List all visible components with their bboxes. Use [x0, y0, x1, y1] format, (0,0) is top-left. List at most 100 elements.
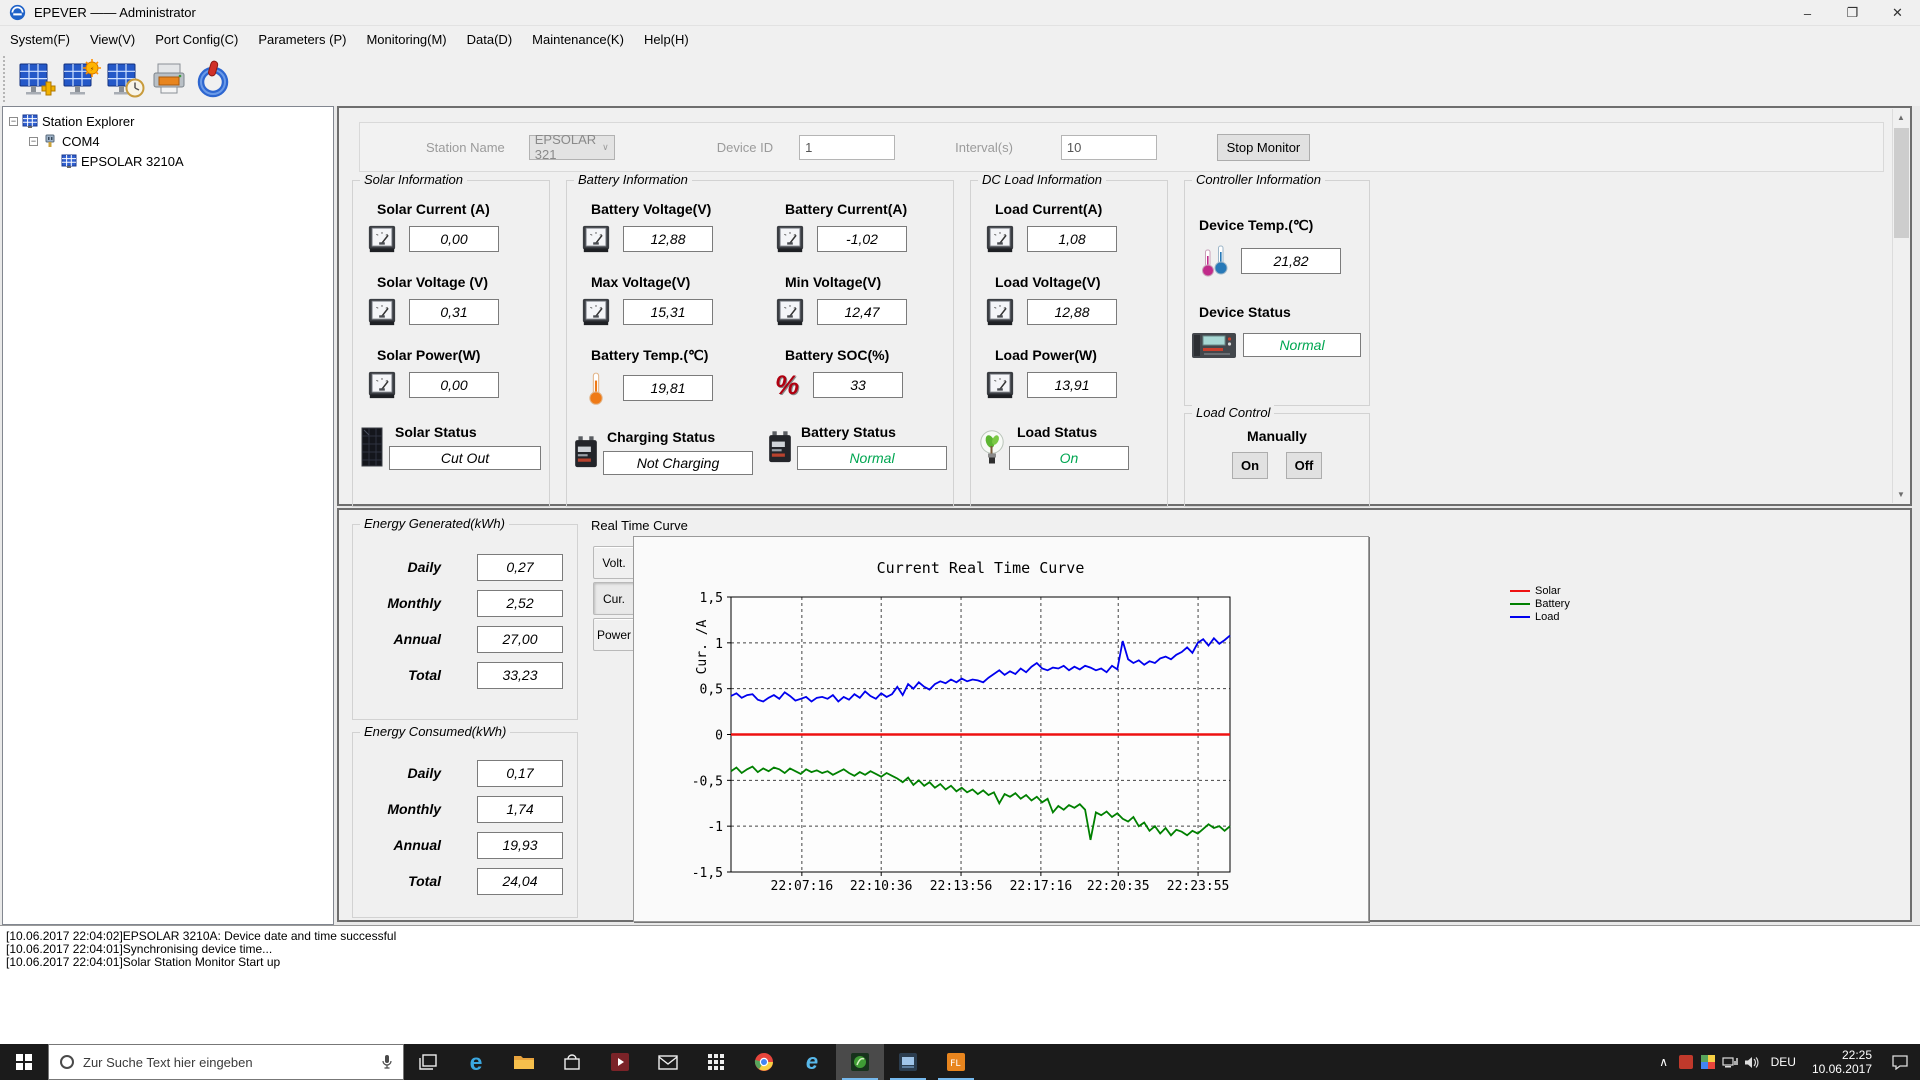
interval-input[interactable]	[1060, 134, 1157, 160]
energy-row-value: 1,74	[477, 795, 563, 823]
window-title: EPEVER —— Administrator	[34, 5, 196, 20]
menu-monitoring[interactable]: Monitoring(M)	[356, 28, 456, 51]
taskbar-search-input[interactable]: Zur Suche Text hier eingeben	[48, 1044, 404, 1080]
toolbar	[0, 52, 1920, 106]
tab-volt[interactable]: Volt.	[593, 546, 635, 579]
load-on-button[interactable]: On	[1232, 452, 1268, 479]
real-time-chart: 1,5 1 0,5 0 -0,5 -1 -1,5 22:07:16 22:10:36 22:13:…	[633, 536, 1369, 922]
add-station-button[interactable]	[15, 56, 59, 102]
stop-monitor-button[interactable]: Stop Monitor	[1216, 133, 1310, 161]
taskbar-app-mail[interactable]	[644, 1044, 692, 1080]
metric-label: Battery Voltage(V)	[591, 201, 712, 217]
tab-cur[interactable]: Cur.	[593, 582, 635, 615]
tree-item-station-explorer[interactable]: − Station Explorer	[3, 111, 333, 131]
solar-information-panel: Solar Information Solar Current (A) 0,00…	[352, 172, 550, 507]
media-player-icon	[611, 1053, 629, 1071]
com-port-icon	[42, 133, 58, 149]
taskbar-app-media[interactable]	[596, 1044, 644, 1080]
controller-information-panel: Controller Information Device Temp.(℃) 2…	[1184, 172, 1370, 406]
task-view-button[interactable]	[404, 1044, 452, 1080]
energy-row-label: Annual	[393, 631, 441, 647]
gauge-icon	[367, 297, 397, 327]
panel-title: Load Control	[1192, 405, 1275, 420]
menu-system[interactable]: System(F)	[0, 28, 80, 51]
tree-item-com4[interactable]: − COM4	[3, 131, 333, 151]
menu-view[interactable]: View(V)	[80, 28, 145, 51]
taskbar-app-edge[interactable]: e	[452, 1044, 500, 1080]
metric-label: Battery Current(A)	[785, 201, 908, 217]
taskbar-app-internet-explorer[interactable]: e	[788, 1044, 836, 1080]
red-app-icon[interactable]	[1675, 1044, 1697, 1080]
device-status-label: Device Status	[1199, 304, 1291, 320]
microphone-icon[interactable]	[381, 1054, 393, 1070]
station-name-select[interactable]: EPSOLAR 321 ∨	[528, 132, 615, 162]
energy-row-value: 0,27	[477, 553, 563, 581]
menu-maintenance[interactable]: Maintenance(K)	[522, 28, 634, 51]
menu-port-config[interactable]: Port Config(C)	[145, 28, 248, 51]
svg-text:Cur. /A: Cur. /A	[695, 619, 710, 674]
taskbar-app-fl-studio[interactable]: FL	[932, 1044, 980, 1080]
internet-explorer-icon: e	[805, 1049, 819, 1074]
taskbar-app-grid[interactable]	[692, 1044, 740, 1080]
network-icon[interactable]	[1719, 1044, 1741, 1080]
battery-status-value: Normal	[797, 446, 947, 470]
load-current-metric: Load Current(A) 1,08	[971, 201, 1167, 254]
power-exit-icon	[193, 59, 233, 99]
active-window-icon	[899, 1053, 917, 1071]
tree-item-epsolar-3210a[interactable]: EPSOLAR 3210A	[3, 151, 333, 171]
station-config-button[interactable]	[59, 56, 103, 102]
collapse-icon[interactable]: −	[29, 136, 38, 146]
vertical-scrollbar[interactable]: ▲ ▼	[1892, 109, 1909, 503]
start-button[interactable]	[0, 1044, 48, 1080]
language-indicator[interactable]: DEU	[1763, 1055, 1804, 1069]
metric-label: Load Voltage(V)	[995, 274, 1101, 290]
percent-icon: %	[775, 370, 800, 400]
metric-label: Solar Current (A)	[377, 201, 490, 217]
exit-button[interactable]	[191, 56, 235, 102]
add-station-panel-icon	[17, 59, 57, 99]
load-off-button[interactable]: Off	[1286, 452, 1322, 479]
gauge-icon	[775, 297, 805, 327]
collapse-icon[interactable]: −	[9, 116, 18, 126]
load-status-block: Load Status On	[971, 424, 1167, 470]
toolbar-grip	[3, 56, 7, 102]
close-button[interactable]: ✕	[1875, 0, 1920, 26]
station-timer-button[interactable]	[103, 56, 147, 102]
panel-title: Energy Consumed(kWh)	[360, 724, 511, 739]
tab-power[interactable]: Power	[593, 618, 635, 651]
energy-row-label: Total	[408, 667, 441, 683]
station-explorer-tree: − Station Explorer − COM4 EPSOLAR 3210A	[2, 106, 334, 925]
energy-row-label: Monthly	[387, 595, 441, 611]
legend-item: Solar	[1510, 584, 1570, 597]
menu-data[interactable]: Data(D)	[457, 28, 523, 51]
gauge-icon	[367, 370, 397, 400]
menu-parameters[interactable]: Parameters (P)	[248, 28, 356, 51]
minimize-button[interactable]: –	[1785, 0, 1830, 26]
gauge-icon	[985, 224, 1015, 254]
device-id-input[interactable]	[799, 134, 896, 160]
maximize-button[interactable]: ❐	[1830, 0, 1875, 26]
taskbar-app-file-explorer[interactable]	[500, 1044, 548, 1080]
taskbar-app-active-window[interactable]	[884, 1044, 932, 1080]
taskbar-app-chrome[interactable]	[740, 1044, 788, 1080]
device-status-value: Normal	[1243, 333, 1361, 357]
battery-icon	[767, 428, 793, 466]
photos-icon[interactable]	[1697, 1044, 1719, 1080]
scroll-up-arrow[interactable]: ▲	[1893, 109, 1909, 126]
fl-studio-icon: FL	[947, 1053, 965, 1071]
chevron-up-icon[interactable]: ∧	[1653, 1044, 1675, 1080]
scroll-down-arrow[interactable]: ▼	[1893, 486, 1909, 503]
taskbar-clock[interactable]: 22:25 10.06.2017	[1804, 1048, 1880, 1076]
menu-help[interactable]: Help(H)	[634, 28, 699, 51]
taskbar-app-store[interactable]	[548, 1044, 596, 1080]
station-name-label: Station Name	[426, 139, 505, 155]
action-center-button[interactable]	[1880, 1044, 1920, 1080]
print-button[interactable]	[147, 56, 191, 102]
action-center-icon	[1892, 1054, 1908, 1070]
taskbar-app-solar-monitor[interactable]	[836, 1044, 884, 1080]
app-grid-icon	[708, 1054, 724, 1070]
max-voltage-metric: Max Voltage(V) 15,31	[567, 274, 761, 327]
volume-icon[interactable]	[1741, 1044, 1763, 1080]
scrollbar-thumb[interactable]	[1894, 128, 1909, 238]
edge-icon: e	[469, 1048, 483, 1075]
